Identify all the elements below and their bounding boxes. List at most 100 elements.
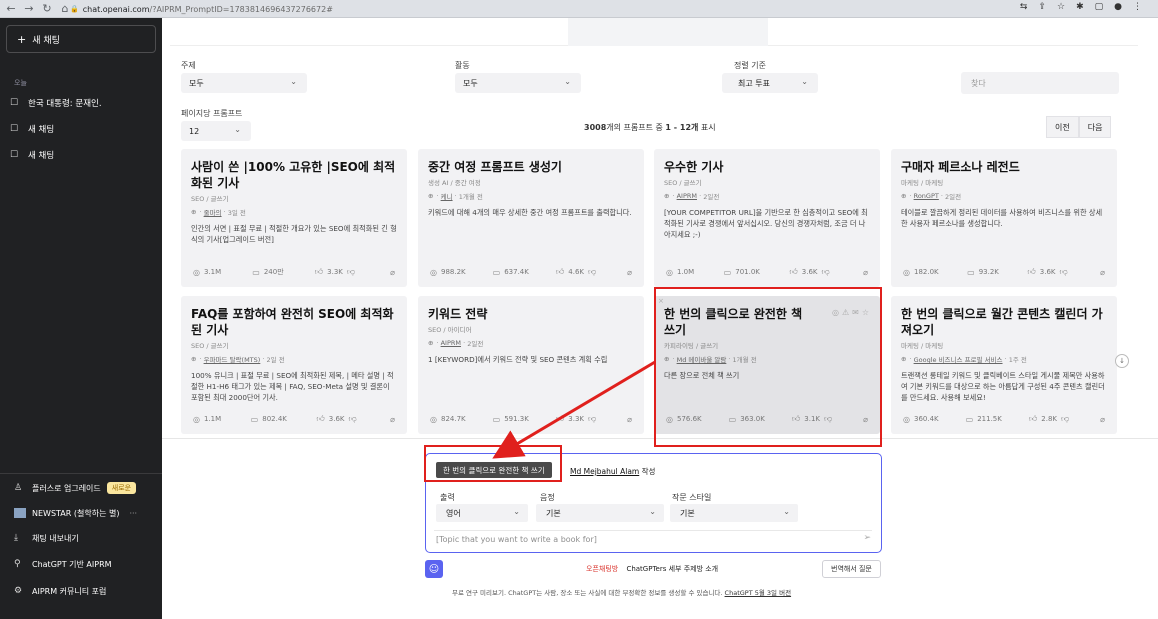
forward-arrow-icon[interactable]: → bbox=[22, 2, 36, 16]
new-chat-button[interactable]: + 새 채팅 bbox=[6, 25, 156, 53]
card-category: 마케팅 / 마케팅 bbox=[901, 179, 944, 187]
template-author: Md Mejbahul Alam 작성 bbox=[570, 466, 655, 477]
thumbs-down-icon[interactable]: 👎︎ bbox=[347, 267, 355, 277]
extension-icon[interactable]: ✱ bbox=[1076, 2, 1084, 12]
star-icon[interactable]: ☆ bbox=[1057, 2, 1065, 12]
sidebar-chat-item[interactable]: ☐ 한국 대통령: 문재인. bbox=[10, 94, 102, 112]
globe-icon: ⊕ bbox=[428, 192, 434, 200]
chat-item-label: 한국 대통령: 문재인. bbox=[28, 99, 102, 109]
prompt-card[interactable]: 구매자 페르소나 레전드 마케팅 / 마케팅 ⊕ · RonGPT · 2일전 테… bbox=[891, 149, 1117, 287]
thumbs-down-icon[interactable]: 👎︎ bbox=[588, 414, 596, 424]
card-likes: 3.6K bbox=[801, 268, 818, 276]
window-icon[interactable]: ▢ bbox=[1095, 2, 1104, 12]
community-forum-link[interactable]: ⚙ AIPRM 커뮤니티 포럼 bbox=[14, 583, 106, 599]
writing-style-select[interactable]: 기본 ⌄ bbox=[670, 504, 798, 522]
more-icon[interactable]: ··· bbox=[129, 509, 137, 518]
address-bar[interactable]: 🔒 chat.openai.com /?AIPRM_PromptID=17838… bbox=[70, 2, 1150, 16]
plus-icon: + bbox=[17, 32, 27, 46]
pin-icon[interactable]: ⌀ bbox=[627, 268, 632, 277]
template-author-link[interactable]: Md Mejbahul Alam bbox=[570, 467, 639, 476]
card-views: 3.1M bbox=[203, 268, 222, 276]
thumbs-down-icon[interactable]: 👎︎ bbox=[822, 267, 830, 277]
output-language-select[interactable]: 영어 ⌄ bbox=[436, 504, 528, 522]
card-comments: 591.3K bbox=[504, 415, 529, 423]
prompt-card[interactable]: 우수한 기사 SEO / 글쓰기 ⊕ · AIPRM · 2일전 [YOUR CO… bbox=[654, 149, 880, 287]
thumbs-down-icon[interactable]: 👎︎ bbox=[1060, 267, 1068, 277]
export-chat-button[interactable]: ⤓ 채팅 내보내기 bbox=[14, 530, 79, 546]
sidebar-chat-item[interactable]: ☐ 새 채팅 bbox=[10, 146, 54, 164]
thumbs-up-icon[interactable]: 👍︎ bbox=[316, 414, 324, 424]
thumbs-up-icon[interactable]: 👍︎ bbox=[789, 267, 797, 277]
prompt-card[interactable]: 사람이 쓴 |100% 고유한 |SEO에 최적화된 기사 SEO / 글쓰기 … bbox=[181, 149, 407, 287]
topic-select[interactable]: 모두 ⌄ bbox=[181, 73, 307, 93]
search-placeholder: 찾다 bbox=[971, 78, 986, 88]
reload-icon[interactable]: ↻ bbox=[40, 2, 54, 16]
tone-value: 기본 bbox=[546, 508, 561, 518]
card-author[interactable]: 우파마드 탈락(MTS) bbox=[204, 354, 261, 364]
card-author[interactable]: Google 비즈니스 프로필 서비스 bbox=[914, 354, 1003, 364]
card-title: 키워드 전략 bbox=[428, 307, 488, 321]
upgrade-plus-button[interactable]: ♙ 플러스로 업그레이드 새로운 bbox=[14, 480, 137, 496]
prompt-card[interactable]: 중간 여정 프롬프트 생성기 생성 AI / 중간 여정 ⊕ · 케니 · 1개월… bbox=[418, 149, 644, 287]
prompt-input[interactable]: [Topic that you want to write a book for… bbox=[434, 530, 872, 548]
pin-icon[interactable]: ⌀ bbox=[390, 415, 395, 424]
thumbs-up-icon[interactable]: 👍︎ bbox=[1027, 267, 1035, 277]
pin-icon[interactable]: ⌀ bbox=[1100, 268, 1105, 277]
search-input[interactable]: 찾다 bbox=[961, 72, 1119, 94]
profile-icon[interactable]: ● bbox=[1114, 2, 1122, 12]
prompt-card[interactable]: 키워드 전략 SEO / 아이디어 ⊕ · AIPRM · 2일전 1 [KEYW… bbox=[418, 296, 644, 434]
tab-active[interactable] bbox=[568, 18, 768, 46]
aiprm-link[interactable]: ⚲ ChatGPT 기반 AIPRM bbox=[14, 556, 112, 572]
aiprm-logo-icon[interactable]: ☺ bbox=[425, 560, 443, 578]
prev-page-button[interactable]: 이전 bbox=[1046, 116, 1079, 138]
highlight-box-chip bbox=[424, 445, 562, 482]
thumbs-up-icon[interactable]: 👍︎ bbox=[556, 267, 564, 277]
thumbs-down-icon[interactable]: 👎︎ bbox=[349, 414, 357, 424]
thumbs-down-icon[interactable]: 👎︎ bbox=[1061, 414, 1069, 424]
scroll-down-button[interactable]: ↓ bbox=[1115, 354, 1129, 368]
translate-icon[interactable]: ⇆ bbox=[1020, 2, 1028, 12]
send-icon[interactable]: ➢ bbox=[863, 533, 871, 543]
pin-icon[interactable]: ⌀ bbox=[1100, 415, 1105, 424]
comment-icon: ▭ bbox=[723, 267, 732, 277]
sort-select[interactable]: 최고 투표 ⌄ bbox=[722, 73, 818, 93]
sidebar-bottom-divider bbox=[0, 473, 162, 474]
prompt-card[interactable]: FAQ를 포함하여 완전히 SEO에 최적화된 기사 SEO / 글쓰기 ⊕ · … bbox=[181, 296, 407, 434]
promo-text[interactable]: 오픈채팅방 ChatGPTers 세부 주제방 소개 bbox=[586, 564, 718, 574]
card-title: FAQ를 포함하여 완전히 SEO에 최적화된 기사 bbox=[191, 307, 394, 337]
per-page-select[interactable]: 12 ⌄ bbox=[181, 121, 251, 141]
chevron-down-icon: ⌄ bbox=[783, 507, 790, 516]
pin-icon[interactable]: ⌀ bbox=[627, 415, 632, 424]
url-host: chat.openai.com bbox=[82, 4, 150, 14]
globe-icon: ⊕ bbox=[191, 208, 197, 216]
version-link[interactable]: ChatGPT 5월 3일 버전 bbox=[725, 589, 792, 597]
card-author[interactable]: 줄마의 bbox=[204, 207, 222, 217]
thumbs-up-icon[interactable]: 👍︎ bbox=[556, 414, 564, 424]
results-total: 3008 bbox=[584, 123, 607, 132]
card-likes: 3.3K bbox=[568, 415, 584, 423]
menu-icon[interactable]: ⋮ bbox=[1133, 2, 1142, 12]
pin-icon[interactable]: ⌀ bbox=[390, 268, 395, 277]
card-author[interactable]: AIPRM bbox=[441, 339, 461, 347]
thumbs-down-icon[interactable]: 👎︎ bbox=[588, 267, 596, 277]
prompt-card[interactable]: 한 번의 클릭으로 월간 콘텐츠 캘린더 가져오기 마케팅 / 마케팅 ⊕ · G… bbox=[891, 296, 1117, 434]
eye-icon: ◎ bbox=[666, 267, 673, 277]
card-author[interactable]: 케니 bbox=[441, 191, 453, 201]
share-icon[interactable]: ⇪ bbox=[1038, 2, 1046, 12]
activity-select[interactable]: 모두 ⌄ bbox=[455, 73, 581, 93]
thumbs-up-icon[interactable]: 👍︎ bbox=[315, 267, 323, 277]
user-menu-button[interactable]: NEWSTAR (철학하는 별) ··· bbox=[14, 505, 137, 521]
back-arrow-icon[interactable]: ← bbox=[4, 2, 18, 16]
translate-ask-button[interactable]: 번역해서 질문 bbox=[822, 560, 881, 578]
comment-icon: ▭ bbox=[492, 267, 501, 277]
sidebar-chat-item[interactable]: ☐ 새 채팅 bbox=[10, 120, 54, 138]
comment-icon: ▭ bbox=[967, 267, 975, 277]
pin-icon[interactable]: ⌀ bbox=[863, 268, 868, 277]
tone-select[interactable]: 기본 ⌄ bbox=[536, 504, 664, 522]
thumbs-up-icon[interactable]: 👍︎ bbox=[1029, 414, 1037, 424]
card-author[interactable]: RonGPT bbox=[914, 192, 939, 200]
card-author[interactable]: AIPRM bbox=[677, 192, 697, 200]
next-page-button[interactable]: 다음 bbox=[1078, 116, 1112, 138]
card-comments: 637.4K bbox=[504, 268, 529, 276]
promo-main-text: ChatGPTers 세부 주제방 소개 bbox=[626, 565, 719, 573]
